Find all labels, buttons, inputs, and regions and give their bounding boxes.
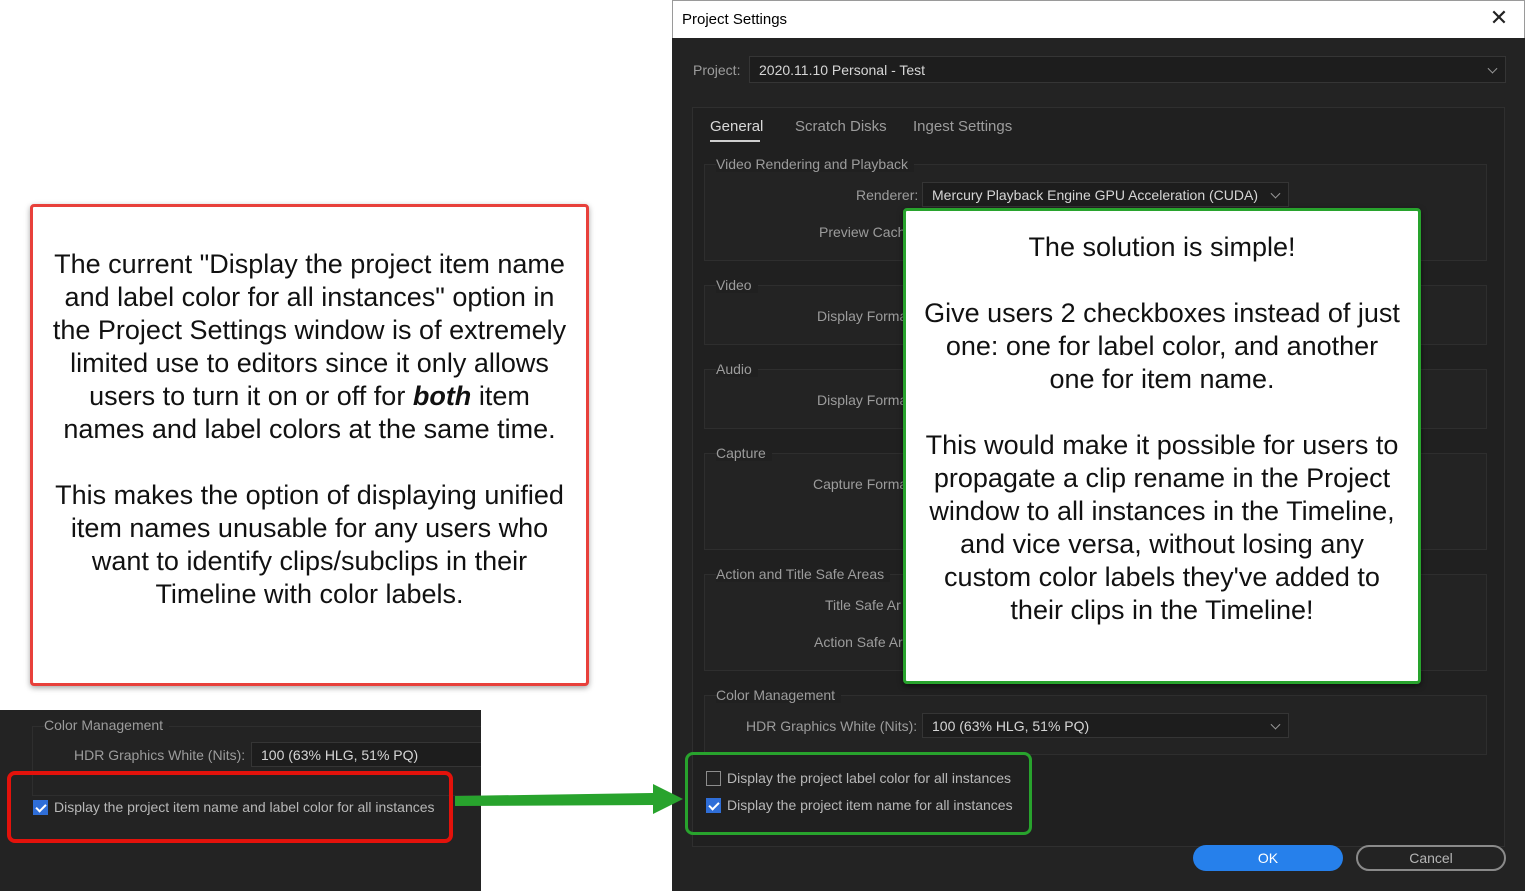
video-display-format-label: Display Forma: [817, 308, 908, 324]
renderer-select[interactable]: Mercury Playback Engine GPU Acceleration…: [922, 182, 1289, 207]
group-legend: Color Management: [716, 687, 842, 703]
callout-paragraph: Give users 2 checkboxes instead of just …: [924, 298, 1400, 394]
active-tab-indicator: [710, 140, 760, 142]
title-safe-label: Title Safe Ar: [825, 597, 901, 613]
solution-callout: The solution is simple! Give users 2 che…: [903, 208, 1421, 684]
snippet-hdr-label: HDR Graphics White (Nits):: [74, 747, 246, 763]
callout-paragraph: The current "Display the project item na…: [47, 248, 572, 446]
chevron-down-icon: [1487, 63, 1498, 74]
ok-button[interactable]: OK: [1193, 845, 1343, 871]
renderer-label: Renderer:: [856, 187, 919, 203]
hdr-white-select[interactable]: 100 (63% HLG, 51% PQ): [922, 713, 1289, 738]
problem-callout: The current "Display the project item na…: [30, 204, 589, 686]
title-bar: Project Settings ✕: [672, 0, 1525, 38]
project-select-value: 2020.11.10 Personal - Test: [759, 61, 926, 78]
tab-general[interactable]: General: [710, 118, 763, 135]
action-safe-label: Action Safe Ar: [814, 634, 903, 650]
chevron-down-icon: [1270, 719, 1281, 730]
group-legend: Video: [716, 277, 758, 293]
callout-emphasis: both: [412, 381, 472, 411]
group-legend: Color Management: [44, 717, 170, 733]
group-legend: Capture: [716, 445, 772, 461]
project-select[interactable]: 2020.11.10 Personal - Test: [749, 56, 1506, 83]
group-legend: Audio: [716, 361, 758, 377]
arrow-right-icon: [455, 784, 683, 814]
preview-cache-label: Preview Cach: [819, 224, 906, 240]
snippet-hdr-select[interactable]: 100 (63% HLG, 51% PQ): [251, 742, 481, 767]
tab-ingest-settings[interactable]: Ingest Settings: [913, 118, 1012, 135]
chevron-down-icon: [1270, 188, 1281, 199]
project-label: Project:: [693, 62, 741, 78]
callout-heading: The solution is simple!: [1028, 232, 1296, 262]
hdr-white-select-value: 100 (63% HLG, 51% PQ): [932, 717, 1090, 734]
snippet-hdr-select-value: 100 (63% HLG, 51% PQ): [261, 746, 419, 763]
audio-display-format-label: Display Forma: [817, 392, 908, 408]
group-legend: Video Rendering and Playback: [716, 156, 914, 172]
callout-paragraph: This makes the option of displaying unif…: [55, 480, 564, 609]
group-legend: Action and Title Safe Areas: [716, 566, 891, 582]
cancel-button[interactable]: Cancel: [1356, 845, 1506, 871]
red-highlight-frame: [7, 771, 453, 843]
green-highlight-frame: [685, 752, 1032, 835]
tab-scratch-disks[interactable]: Scratch Disks: [795, 118, 887, 135]
hdr-white-label: HDR Graphics White (Nits):: [746, 718, 918, 734]
renderer-select-value: Mercury Playback Engine GPU Acceleration…: [932, 186, 1259, 203]
dialog-title: Project Settings: [682, 11, 788, 28]
close-icon[interactable]: ✕: [1488, 7, 1510, 29]
callout-paragraph: This would make it possible for users to…: [925, 430, 1399, 625]
capture-format-label: Capture Forma: [813, 476, 908, 492]
